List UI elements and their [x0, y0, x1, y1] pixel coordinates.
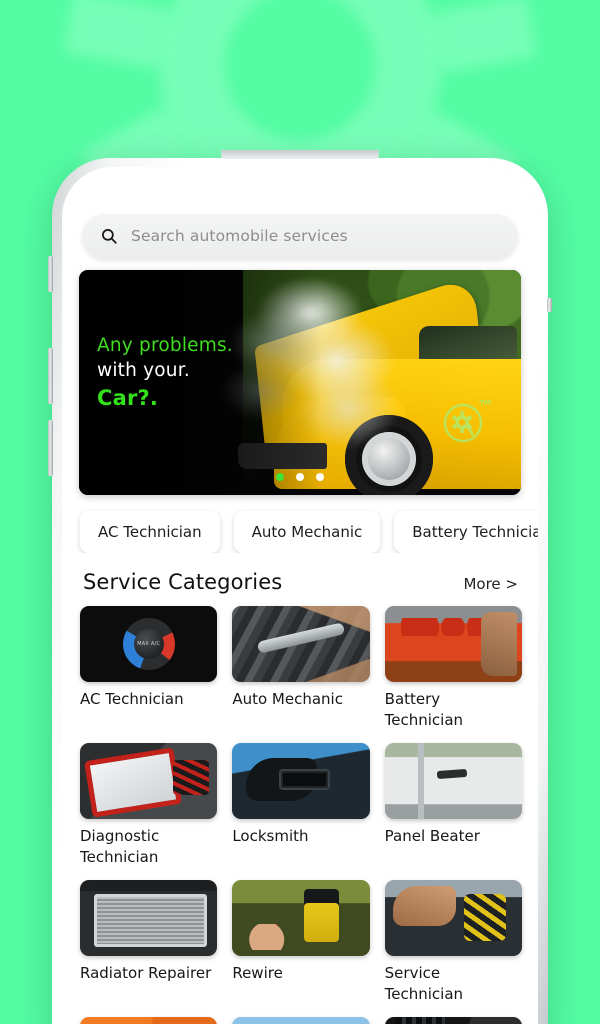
category-label: Auto Mechanic [232, 690, 343, 708]
category-thumbnail [384, 606, 522, 682]
app-screen: Search automobile services Any problems.… [62, 167, 538, 1024]
category-label: Radiator Repairer [80, 964, 212, 982]
category-card-panel-beater[interactable]: Panel Beater [384, 743, 522, 868]
search-section: Search automobile services [62, 213, 538, 259]
chip-label: AC Technician [98, 523, 202, 541]
category-card-locksmith[interactable]: Locksmith [232, 743, 370, 868]
search-input-placeholder[interactable]: Search automobile services [131, 227, 348, 245]
service-categories-grid: AC Technician Auto Mechanic Battery Tech… [62, 594, 538, 1024]
service-categories-header: Service Categories More > [62, 553, 538, 594]
category-card-battery-technician[interactable]: Battery Technician [384, 606, 522, 731]
search-icon [100, 227, 118, 245]
category-label: Panel Beater [384, 827, 480, 845]
quick-filter-chip-row[interactable]: AC Technician Auto Mechanic Battery Tech… [62, 495, 538, 553]
category-thumbnail [80, 1017, 218, 1024]
phone-power-button[interactable] [547, 298, 552, 312]
more-link[interactable]: More > [463, 575, 518, 593]
category-card-service-technician[interactable]: Service Technician [384, 880, 522, 1005]
phone-volume-down-button[interactable] [48, 420, 53, 476]
search-bar[interactable]: Search automobile services [82, 213, 518, 259]
category-card-radiator-repairer[interactable]: Radiator Repairer [80, 880, 218, 1005]
promo-banner-section: Any problems. with your. Car?. TM [62, 259, 538, 495]
category-card-row4-2[interactable] [232, 1017, 370, 1024]
category-card-diagnostic-technician[interactable]: Diagnostic Technician [80, 743, 218, 868]
category-card-row4-1[interactable] [80, 1017, 218, 1024]
carousel-dot-2[interactable] [296, 473, 304, 481]
category-thumbnail [384, 743, 522, 819]
chip-label: Auto Mechanic [251, 523, 363, 541]
app-background: Search automobile services Any problems.… [0, 0, 600, 1024]
category-card-row4-3[interactable] [384, 1017, 522, 1024]
carousel-dot-1[interactable] [276, 473, 284, 481]
category-label: Diagnostic Technician [80, 827, 160, 866]
category-thumbnail [384, 1017, 522, 1024]
category-thumbnail [232, 743, 370, 819]
chip-ac-technician[interactable]: AC Technician [80, 511, 220, 553]
phone-mockup-frame: Search automobile services Any problems.… [48, 150, 552, 1024]
banner-headline: Any problems. with your. Car?. [97, 334, 233, 412]
phone-screen: Search automobile services Any problems.… [62, 167, 538, 1024]
banner-line-2: with your. [97, 359, 190, 381]
chip-battery-technician[interactable]: Battery Technician [394, 511, 538, 553]
gear-logo-icon: TM [443, 399, 491, 443]
category-thumbnail [80, 743, 218, 819]
category-card-rewire[interactable]: Rewire [232, 880, 370, 1005]
category-thumbnail [232, 606, 370, 682]
category-label: Battery Technician [384, 690, 464, 729]
category-card-auto-mechanic[interactable]: Auto Mechanic [232, 606, 370, 731]
chip-auto-mechanic[interactable]: Auto Mechanic [233, 511, 381, 553]
category-thumbnail [232, 880, 370, 956]
banner-line-3: Car?. [97, 385, 159, 410]
category-label: Locksmith [232, 827, 309, 845]
phone-mute-button[interactable] [48, 256, 53, 292]
phone-volume-up-button[interactable] [48, 348, 53, 404]
category-label: Rewire [232, 964, 283, 982]
promo-banner-carousel[interactable]: Any problems. with your. Car?. TM [79, 270, 521, 495]
category-thumbnail [80, 606, 218, 682]
category-thumbnail [384, 880, 522, 956]
phone-top-speaker [221, 150, 379, 159]
carousel-dot-3[interactable] [316, 473, 324, 481]
banner-line-1: Any problems. [97, 335, 233, 356]
category-thumbnail [80, 880, 218, 956]
category-thumbnail [232, 1017, 370, 1024]
carousel-dots [276, 473, 324, 481]
category-label: Service Technician [384, 964, 464, 1003]
chip-label: Battery Technician [412, 523, 538, 541]
section-title: Service Categories [83, 570, 283, 594]
category-label: AC Technician [80, 690, 184, 708]
category-card-ac-technician[interactable]: AC Technician [80, 606, 218, 731]
trademark-label: TM [479, 399, 491, 407]
